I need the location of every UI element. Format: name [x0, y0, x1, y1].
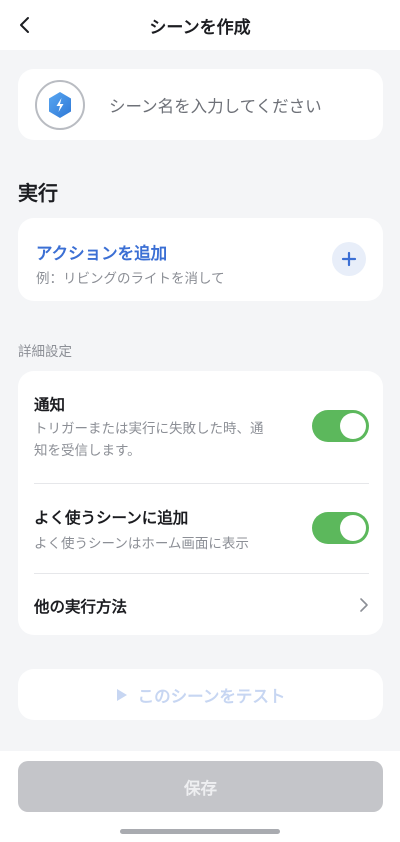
scene-name-card[interactable]: シーン名を入力してください — [18, 69, 383, 140]
add-action-button[interactable] — [332, 242, 366, 276]
notify-title: 通知 — [34, 396, 66, 414]
section-title-execution: 実行 — [18, 181, 58, 205]
favorite-toggle[interactable] — [312, 512, 369, 544]
page-title: シーンを作成 — [149, 17, 251, 38]
notify-toggle[interactable] — [312, 410, 369, 442]
add-action-example: 例：リビングのライトを消して — [36, 271, 225, 287]
home-indicator — [120, 829, 280, 834]
test-scene-button[interactable]: このシーンをテスト — [18, 669, 383, 720]
top-bar: シーンを作成 — [0, 0, 400, 50]
toggle-knob — [340, 515, 366, 541]
notify-desc-line2: 知を受信します。 — [34, 443, 141, 459]
notify-desc-line1: トリガーまたは実行に失敗した時、通 — [34, 421, 264, 437]
scene-icon-button[interactable] — [35, 79, 85, 130]
favorite-row: よく使うシーンに追加 よく使うシーンはホーム画面に表示 — [34, 484, 369, 573]
scene-name-input[interactable]: シーン名を入力してください — [109, 93, 322, 117]
toggle-knob — [340, 413, 366, 439]
add-action-title: アクションを追加 — [36, 244, 168, 263]
chevron-right-icon — [360, 598, 368, 612]
other-methods-title: 他の実行方法 — [34, 598, 128, 616]
chevron-left-icon — [20, 17, 29, 33]
notify-row: 通知 トリガーまたは実行に失敗した時、通 知を受信します。 — [34, 371, 369, 483]
lightning-hexagon-icon — [49, 91, 71, 118]
back-button[interactable] — [10, 10, 40, 40]
favorite-title: よく使うシーンに追加 — [34, 509, 189, 527]
other-methods-row[interactable]: 他の実行方法 — [34, 574, 369, 635]
play-icon — [116, 688, 127, 701]
add-action-card[interactable]: アクションを追加 例：リビングのライトを消して — [18, 218, 383, 301]
test-scene-label: このシーンをテスト — [137, 686, 286, 706]
settings-card: 通知 トリガーまたは実行に失敗した時、通 知を受信します。 よく使うシーンに追加… — [18, 371, 383, 635]
save-button[interactable]: 保存 — [18, 761, 383, 812]
section-title-details: 詳細設定 — [18, 344, 72, 360]
plus-icon — [341, 251, 357, 267]
favorite-desc: よく使うシーンはホーム画面に表示 — [34, 536, 249, 552]
